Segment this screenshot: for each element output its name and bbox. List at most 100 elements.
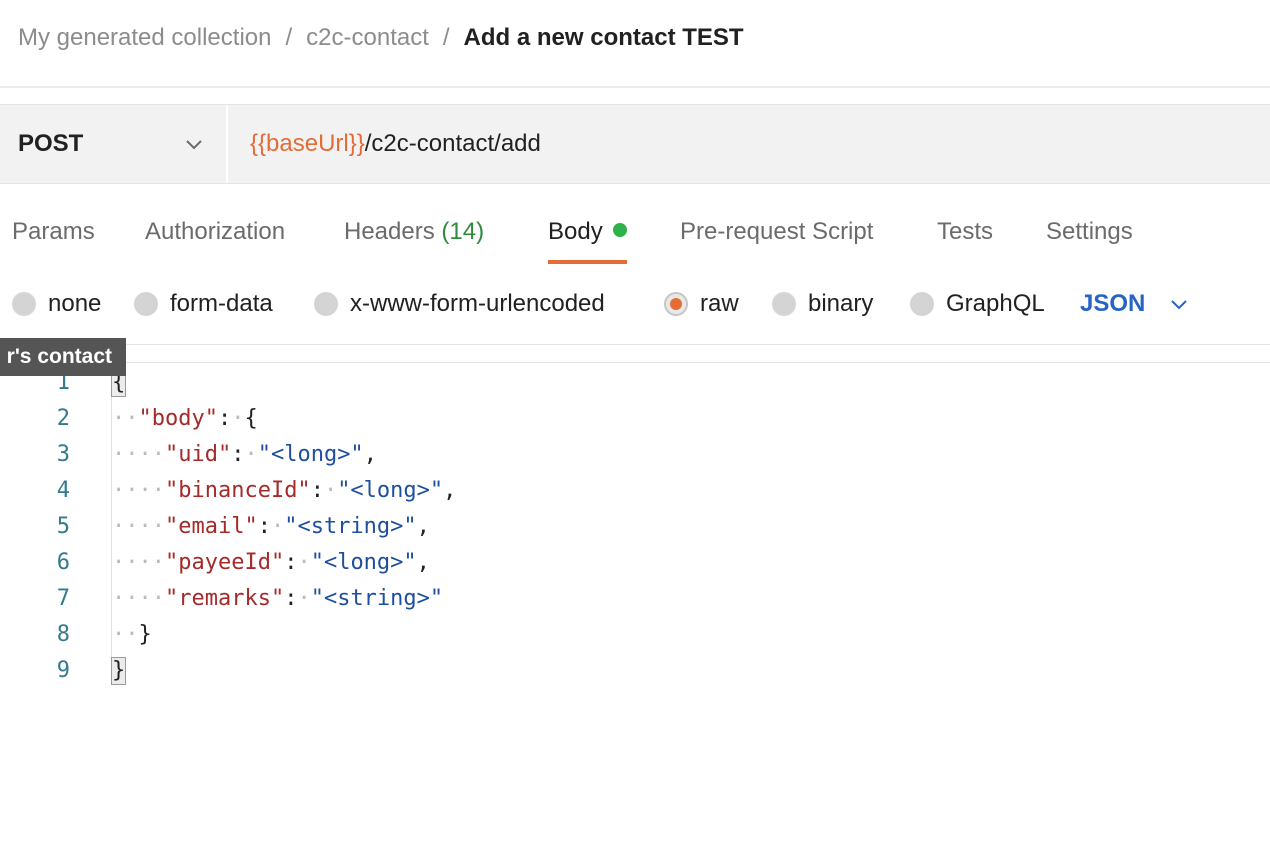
breadcrumb-separator: / <box>285 24 293 51</box>
line-number: 5 <box>56 514 70 539</box>
body-type-selector: none form-data x-www-form-urlencoded raw… <box>0 286 1270 322</box>
url-path: /c2c-contact/add <box>364 130 541 157</box>
url-input[interactable]: {{baseUrl}}/c2c-contact/add <box>228 105 1270 183</box>
body-type-graphql[interactable]: GraphQL <box>910 286 1045 322</box>
radio-label: GraphQL <box>946 290 1045 317</box>
breadcrumb-folder[interactable]: c2c-contact <box>306 24 429 52</box>
json-string: "<long>" <box>337 478 444 503</box>
whitespace-marker: · <box>297 550 311 575</box>
method-select[interactable]: POST <box>0 105 228 183</box>
code-line: ····"payeeId":·"<long>", <box>112 550 430 575</box>
code-line: ··"body":·{ <box>112 406 258 431</box>
whitespace-marker: ·· <box>112 406 139 431</box>
body-indicator-dot <box>612 223 627 237</box>
whitespace-marker: · <box>244 442 258 467</box>
body-type-raw[interactable]: raw <box>664 286 739 322</box>
json-key: "binanceId" <box>164 478 311 503</box>
json-key: "payeeId" <box>164 550 285 575</box>
body-type-binary[interactable]: binary <box>772 286 873 322</box>
json-punct: , <box>416 514 430 539</box>
code-line: } <box>110 657 127 685</box>
json-punct: : <box>257 514 271 539</box>
request-title[interactable]: Add a new contact TEST <box>464 24 744 52</box>
chevron-down-icon <box>1171 300 1188 310</box>
whitespace-marker: · <box>270 514 285 539</box>
radio-button[interactable] <box>314 292 338 316</box>
tab-params[interactable]: Params <box>12 210 95 266</box>
radio-label: binary <box>808 290 874 317</box>
whitespace-marker: ···· <box>112 478 165 503</box>
radio-label: none <box>48 290 102 317</box>
whitespace-marker: ···· <box>112 586 165 611</box>
line-number: 2 <box>56 406 70 431</box>
tab-authorization[interactable]: Authorization <box>145 210 285 266</box>
radio-label: x-www-form-urlencoded <box>350 290 605 317</box>
code-editor[interactable]: 1 2 3 4 5 6 7 8 9 { ··"body":·{ ····"uid… <box>0 364 1270 694</box>
tab-settings[interactable]: Settings <box>1046 210 1133 266</box>
json-punct: { <box>244 406 258 431</box>
json-punct: : <box>217 406 232 431</box>
chevron-down-icon <box>186 140 202 150</box>
code-line: ····"binanceId":·"<long>", <box>112 478 456 503</box>
body-type-form-data[interactable]: form-data <box>134 286 273 322</box>
radio-button[interactable] <box>134 292 158 316</box>
code-line: ····"remarks":·"<string>" <box>112 586 443 611</box>
format-dropdown[interactable]: JSON <box>1080 286 1189 322</box>
line-number: 4 <box>56 478 70 503</box>
whitespace-marker: · <box>323 478 338 503</box>
tab-headers[interactable]: Headers (14) <box>344 210 484 266</box>
radio-button[interactable] <box>910 292 934 316</box>
tab-body-label: Body <box>548 218 603 245</box>
whitespace-marker: ···· <box>112 550 165 575</box>
whitespace-marker: · <box>231 406 245 431</box>
json-punct: , <box>363 442 377 467</box>
line-number: 9 <box>56 658 70 683</box>
json-punct: , <box>443 478 457 503</box>
headers-count-badge: (14) <box>441 218 485 245</box>
breadcrumb-collection[interactable]: My generated collection <box>18 24 271 52</box>
divider <box>0 362 1270 363</box>
breadcrumb: My generated collection / c2c-contact / … <box>18 22 744 54</box>
whitespace-marker: ···· <box>112 514 165 539</box>
tab-tests[interactable]: Tests <box>937 210 993 266</box>
method-label: POST <box>18 130 84 157</box>
radio-label: form-data <box>170 290 273 317</box>
radio-button[interactable] <box>772 292 796 316</box>
json-punct: : <box>284 550 298 575</box>
tab-headers-label: Headers <box>344 218 435 245</box>
json-string: "<long>" <box>257 442 364 467</box>
line-number: 6 <box>56 550 70 575</box>
divider <box>0 344 1270 345</box>
json-key: "body" <box>138 406 218 431</box>
line-number: 7 <box>56 586 70 611</box>
radio-button-selected[interactable] <box>664 292 688 316</box>
whitespace-marker: · <box>297 586 311 611</box>
body-type-none[interactable]: none <box>12 286 101 322</box>
tooltip: r's contact <box>0 338 126 376</box>
code-line: ····"uid":·"<long>", <box>112 442 377 467</box>
json-punct: : <box>284 586 298 611</box>
breadcrumb-separator: / <box>442 24 450 51</box>
json-string: "<long>" <box>310 550 417 575</box>
json-punct: } <box>138 622 152 647</box>
line-number: 8 <box>56 622 70 647</box>
format-label: JSON <box>1080 290 1146 317</box>
body-type-urlencoded[interactable]: x-www-form-urlencoded <box>314 286 605 322</box>
json-punct: : <box>310 478 324 503</box>
tab-prerequest-script[interactable]: Pre-request Script <box>680 210 873 266</box>
json-punct: : <box>231 442 245 467</box>
request-url-bar: POST {{baseUrl}}/c2c-contact/add <box>0 104 1270 184</box>
json-string: "<string>" <box>310 586 444 611</box>
whitespace-marker: ·· <box>112 622 139 647</box>
tab-body[interactable]: Body <box>548 210 627 266</box>
json-key: "uid" <box>164 442 232 467</box>
divider <box>0 86 1270 88</box>
code-line: ····"email":·"<string>", <box>112 514 430 539</box>
matched-brace: } <box>110 657 127 685</box>
json-key: "email" <box>164 514 258 539</box>
json-punct: , <box>416 550 430 575</box>
whitespace-marker: ···· <box>112 442 165 467</box>
line-number: 3 <box>56 442 70 467</box>
url-variable: {{baseUrl}} <box>250 130 365 157</box>
radio-button[interactable] <box>12 292 36 316</box>
